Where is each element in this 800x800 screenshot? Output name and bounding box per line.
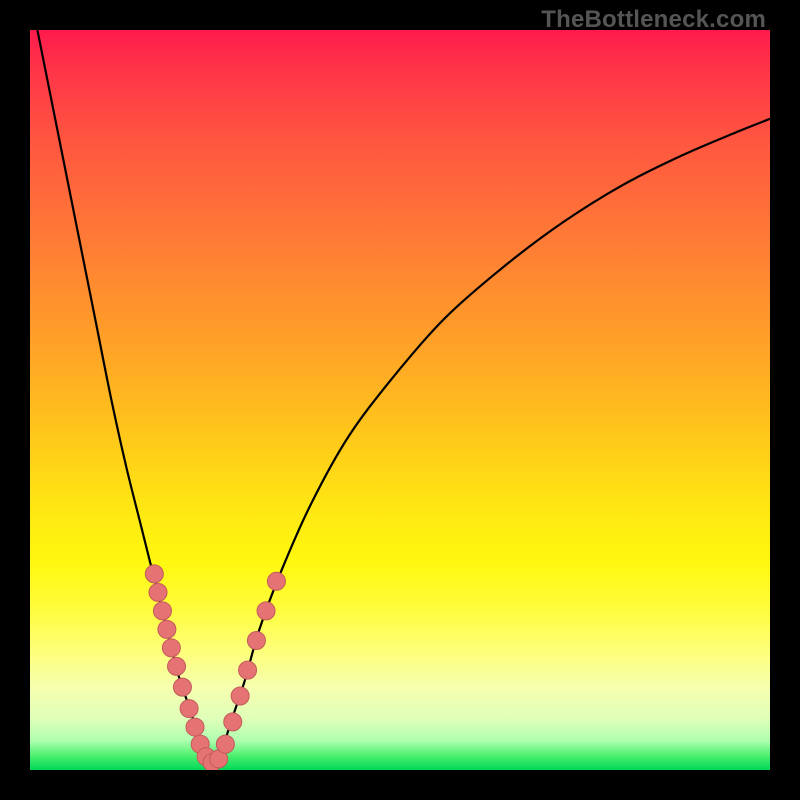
curve-marker	[180, 700, 198, 718]
curve-markers	[145, 565, 285, 770]
curve-marker	[162, 639, 180, 657]
curve-marker	[145, 565, 163, 583]
curve-left-branch	[37, 30, 204, 763]
curve-marker	[216, 735, 234, 753]
curve-marker	[168, 657, 186, 675]
curve-marker	[149, 583, 167, 601]
curve-marker	[158, 620, 176, 638]
curve-marker	[186, 718, 204, 736]
curve-marker	[239, 661, 257, 679]
curve-marker	[267, 572, 285, 590]
curve-marker	[224, 713, 242, 731]
curve-marker	[231, 687, 249, 705]
curve-marker	[173, 678, 191, 696]
bottleneck-curve-svg	[30, 30, 770, 770]
curve-right-branch	[219, 119, 770, 763]
curve-marker	[153, 602, 171, 620]
curve-marker	[257, 602, 275, 620]
curve-marker	[247, 632, 265, 650]
